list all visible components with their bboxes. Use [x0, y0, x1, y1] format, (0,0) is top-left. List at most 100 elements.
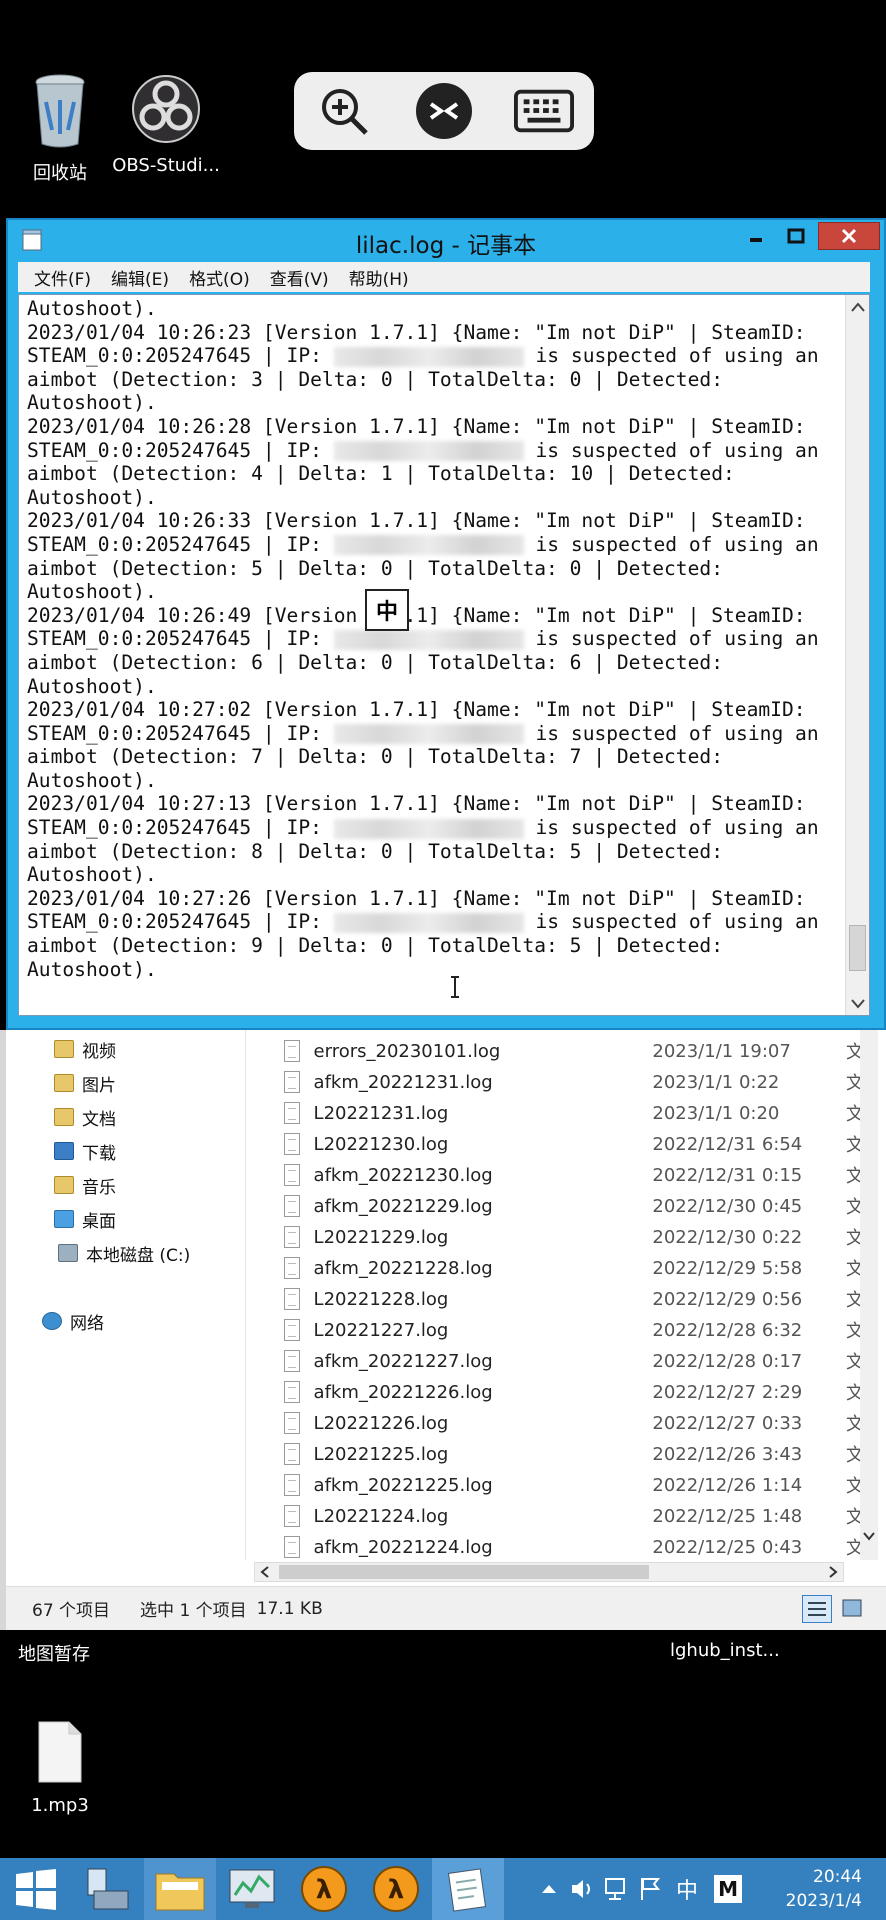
file-row[interactable]: L20221224.log 2022/12/25 1:48 文: [254, 1501, 864, 1531]
minimize-button[interactable]: [738, 222, 774, 250]
taskbar: λ λ 中 M 20:44 2023/1/4: [0, 1858, 886, 1920]
close-button[interactable]: [818, 222, 880, 250]
file-row[interactable]: L20221226.log 2022/12/27 0:33 文: [254, 1408, 864, 1438]
horizontal-scrollbar[interactable]: [254, 1562, 844, 1582]
file-row[interactable]: afkm_20221228.log 2022/12/29 5:58 文: [254, 1253, 864, 1283]
ime-language[interactable]: 中: [676, 1873, 698, 1905]
desktop-icon-recycle-bin[interactable]: 回收站: [0, 72, 120, 185]
desktop-icon-label: OBS-Studi...: [112, 155, 220, 176]
file-row[interactable]: L20221228.log 2022/12/29 0:56 文: [254, 1284, 864, 1314]
log-line-text: STEAM_0:0:205247645 | IP:: [27, 816, 334, 840]
nav-label: 下载: [82, 1143, 116, 1164]
taskbar-network-monitor[interactable]: [216, 1858, 288, 1920]
desktop-icon-obs[interactable]: OBS-Studi...: [106, 74, 226, 176]
details-view-button[interactable]: [802, 1595, 832, 1623]
log-line-text: 2023/01/04 10:27:26 [Version 1.7.1] {Nam…: [27, 886, 806, 910]
log-line: aimbot (Detection: 3 | Delta: 0 | TotalD…: [27, 368, 847, 392]
menu-help[interactable]: 帮助(H): [339, 265, 419, 290]
scroll-left-icon: [260, 1566, 269, 1578]
file-row[interactable]: errors_20230101.log 2023/1/1 19:07 文: [254, 1036, 864, 1066]
log-line: STEAM_0:0:205247645 | IP: is suspected o…: [27, 816, 847, 840]
nav-videos[interactable]: 视频: [54, 1034, 116, 1064]
taskbar-half-life-1[interactable]: λ: [288, 1858, 360, 1920]
file-row[interactable]: L20221229.log 2022/12/30 0:22 文: [254, 1222, 864, 1252]
file-list-vertical-scrollbar[interactable]: [860, 1030, 878, 1560]
menu-file[interactable]: 文件(F): [24, 265, 101, 290]
file-name: afkm_20221224.log: [313, 1536, 493, 1558]
desktop-icon-lghub[interactable]: lghub_inst...: [670, 1640, 780, 1661]
text-file-icon: [284, 1536, 300, 1558]
notepad-titlebar[interactable]: lilac.log - 记事本: [8, 220, 884, 260]
menu-view[interactable]: 查看(V): [260, 265, 339, 290]
nav-label: 文档: [82, 1109, 116, 1130]
start-button[interactable]: [0, 1858, 72, 1920]
file-row[interactable]: L20221231.log 2023/1/1 0:20 文: [254, 1098, 864, 1128]
text-file-icon: [284, 1443, 300, 1465]
nav-pictures[interactable]: 图片: [54, 1068, 116, 1098]
nav-music[interactable]: 音乐: [54, 1170, 116, 1200]
text-file-icon: [284, 1381, 300, 1403]
taskbar-half-life-2[interactable]: λ: [360, 1858, 432, 1920]
nav-documents[interactable]: 文档: [54, 1102, 116, 1132]
file-name: L20221227.log: [313, 1319, 449, 1341]
large-icons-view-button[interactable]: [838, 1595, 868, 1623]
file-row[interactable]: L20221227.log 2022/12/28 6:32 文: [254, 1315, 864, 1345]
half-life-2-icon: λ: [373, 1866, 419, 1912]
clock[interactable]: 20:44 2023/1/4: [776, 1858, 862, 1920]
volume-icon[interactable]: [568, 1875, 596, 1903]
text-file-icon: [284, 1319, 300, 1341]
zoom-in-button[interactable]: [314, 81, 374, 141]
log-line: STEAM_0:0:205247645 | IP: is suspected o…: [27, 910, 847, 934]
menu-format[interactable]: 格式(O): [179, 265, 260, 290]
scrollbar-thumb[interactable]: [849, 925, 866, 971]
notepad-text-area[interactable]: Autoshoot). 2023/01/04 10:26:23 [Version …: [18, 294, 870, 1016]
log-line-text: is suspected of using an: [535, 721, 819, 745]
file-row[interactable]: afkm_20221227.log 2022/12/28 0:17 文: [254, 1346, 864, 1376]
file-row[interactable]: afkm_20221225.log 2022/12/26 1:14 文: [254, 1470, 864, 1500]
selected-size: 17.1 KB: [256, 1598, 323, 1619]
desktop-icon-map-folder[interactable]: 地图暂存: [18, 1640, 90, 1666]
show-hidden-icons-icon[interactable]: [538, 1881, 560, 1897]
svg-text:λ: λ: [388, 1875, 404, 1905]
ime-mode[interactable]: M: [714, 1875, 743, 1903]
file-row[interactable]: afkm_20221226.log 2022/12/27 2:29 文: [254, 1377, 864, 1407]
file-row[interactable]: L20221230.log 2022/12/31 6:54 文: [254, 1129, 864, 1159]
redacted-ip: [333, 912, 524, 933]
log-line-text: aimbot (Detection: 9 | Delta: 0 | TotalD…: [27, 934, 723, 958]
file-explorer-window: 视频 图片 文档 下载 音乐 桌面 本地磁盘 (C:) 网络 errors_20…: [0, 1030, 886, 1630]
nav-downloads[interactable]: 下载: [54, 1136, 116, 1166]
desktop-icon-mp3[interactable]: 1.mp3: [0, 1720, 120, 1816]
obs-icon: [132, 75, 200, 143]
remote-desktop-button[interactable]: [414, 81, 474, 141]
file-row[interactable]: L20221225.log 2022/12/26 3:43 文: [254, 1439, 864, 1469]
file-row[interactable]: afkm_20221224.log 2022/12/25 0:43 文: [254, 1532, 864, 1560]
maximize-button[interactable]: [778, 222, 814, 250]
file-row[interactable]: afkm_20221230.log 2022/12/31 0:15 文: [254, 1160, 864, 1190]
file-modified-date: 2022/12/28 6:32: [652, 1319, 803, 1341]
log-line-text: 2023/01/04 10:27:02 [Version 1.7.1] {Nam…: [27, 698, 806, 722]
log-line-text: aimbot (Detection: 8 | Delta: 0 | TotalD…: [27, 839, 723, 863]
file-modified-date: 2022/12/29 0:56: [652, 1288, 803, 1310]
log-line-text: aimbot (Detection: 5 | Delta: 0 | TotalD…: [27, 556, 723, 580]
action-center-flag-icon[interactable]: [636, 1875, 664, 1903]
nav-network[interactable]: 网络: [42, 1306, 104, 1336]
file-row[interactable]: afkm_20221231.log 2023/1/1 0:22 文: [254, 1067, 864, 1097]
nav-desktop[interactable]: 桌面: [54, 1204, 116, 1234]
taskbar-notepad[interactable]: [432, 1858, 504, 1920]
log-line-text: STEAM_0:0:205247645 | IP:: [27, 721, 334, 745]
log-line: STEAM_0:0:205247645 | IP: is suspected o…: [27, 627, 847, 651]
keyboard-button[interactable]: [514, 81, 574, 141]
redacted-ip: [333, 535, 524, 556]
nav-local-disk[interactable]: 本地磁盘 (C:): [58, 1238, 190, 1268]
file-name: afkm_20221231.log: [313, 1071, 493, 1093]
taskbar-file-explorer[interactable]: [144, 1858, 216, 1920]
log-line-text: 2023/01/04 10:26:28 [Version 1.7.1] {Nam…: [27, 414, 806, 438]
vertical-scrollbar[interactable]: [845, 295, 869, 1015]
file-name: afkm_20221229.log: [313, 1195, 493, 1217]
taskbar-server-manager[interactable]: [72, 1858, 144, 1920]
network-status-icon[interactable]: [602, 1875, 630, 1903]
file-name: afkm_20221225.log: [313, 1474, 493, 1496]
menu-edit[interactable]: 编辑(E): [101, 265, 179, 290]
horizontal-scrollbar-thumb[interactable]: [279, 1565, 649, 1579]
file-row[interactable]: afkm_20221229.log 2022/12/30 0:45 文: [254, 1191, 864, 1221]
